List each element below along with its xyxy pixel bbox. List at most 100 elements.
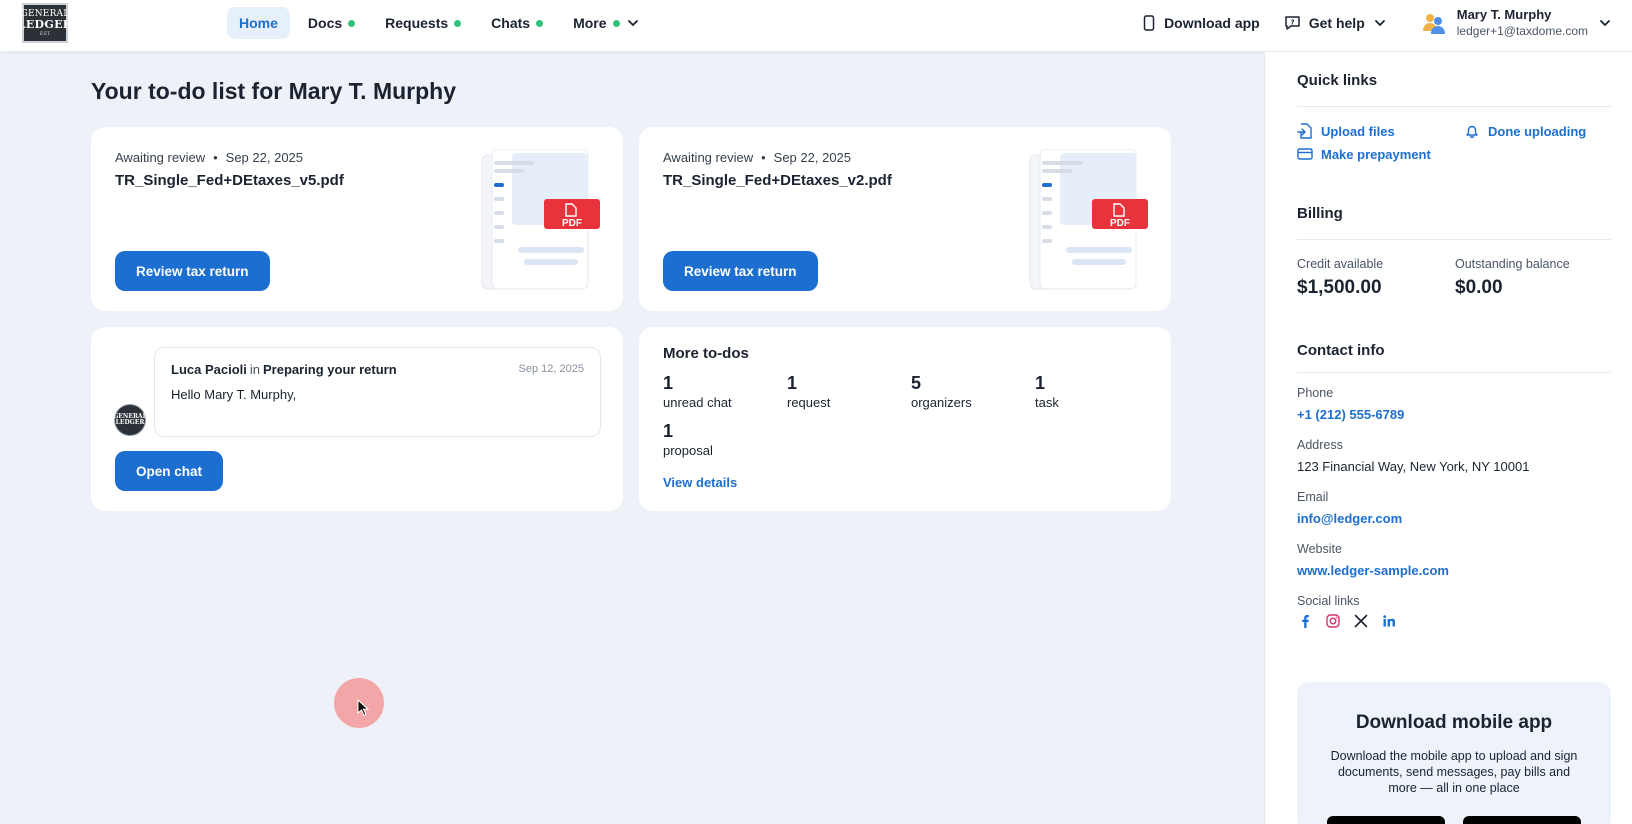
todo-count: 1 <box>663 421 674 441</box>
x-icon[interactable] <box>1353 613 1369 629</box>
todo-task[interactable]: 1 task <box>1035 372 1159 412</box>
get-help-button[interactable]: ? Get help <box>1284 15 1387 31</box>
balance-value: $0.00 <box>1455 277 1503 298</box>
header-actions: Download app ? Get help Mary T. Murphy l… <box>1142 0 1612 46</box>
notification-dot <box>454 19 462 27</box>
website-link[interactable]: www.ledger-sample.com <box>1297 563 1449 578</box>
todo-unread-chat[interactable]: 1 unread chat <box>663 372 787 412</box>
todo-organizers[interactable]: 5 organizers <box>911 372 1035 412</box>
open-chat-button[interactable]: Open chat <box>115 451 224 491</box>
nav-chats[interactable]: Chats <box>479 7 555 39</box>
nav-docs[interactable]: Docs <box>296 7 367 39</box>
nav-more-label: More <box>573 15 607 31</box>
sender-avatar: GENERAL LEDGER <box>113 404 147 436</box>
contact-info-title: Contact info <box>1297 342 1385 359</box>
done-uploading-link[interactable]: Done uploading <box>1464 123 1586 139</box>
document-card: Awaiting review • Sep 22, 2025 TR_Single_F… <box>91 127 623 311</box>
document-status: Awaiting review <box>115 150 206 165</box>
document-date: Sep 22, 2025 <box>225 150 304 165</box>
chat-message-bubble[interactable]: Luca Pacioli in Preparing your return Sep … <box>154 347 601 437</box>
chat-message-header: Luca Pacioli in Preparing your return <box>171 362 397 377</box>
todo-count: 1 <box>787 373 798 393</box>
todo-request[interactable]: 1 request <box>787 372 911 412</box>
mouse-cursor-icon <box>357 699 370 717</box>
todo-summary-grid: 1 unread chat 1 request 5 organizers 1 t… <box>663 372 1159 460</box>
todo-label: request <box>787 395 831 410</box>
document-name[interactable]: TR_Single_Fed+DEtaxes_v2.pdf <box>663 172 892 189</box>
email-link[interactable]: info@ledger.com <box>1297 511 1402 526</box>
phone-link[interactable]: +1 (212) 555-6789 <box>1297 407 1404 422</box>
todo-count: 5 <box>911 373 922 393</box>
chevron-down-icon <box>1374 20 1385 27</box>
company-logo[interactable]: GENERAL LEDGER EST <box>18 3 72 43</box>
website-label: Website <box>1297 542 1342 556</box>
review-tax-return-button[interactable]: Review tax return <box>663 251 818 291</box>
chat-message-text: Hello Mary T. Murphy, <box>171 387 297 402</box>
quick-links-title: Quick links <box>1297 72 1378 89</box>
user-menu[interactable]: Mary T. Murphy ledger+1@taxdome.com <box>1421 7 1612 38</box>
pdf-badge: PDF <box>562 218 582 229</box>
top-navigation-bar: GENERAL LEDGER EST Home Docs Requests Ch… <box>0 0 1632 52</box>
divider <box>1297 106 1611 107</box>
balance-label: Outstanding balance <box>1455 257 1570 271</box>
main-nav: Home Docs Requests Chats More <box>227 7 652 39</box>
credit-available: Credit available $1,500.00 <box>1297 257 1383 299</box>
credit-card-icon <box>1297 148 1313 160</box>
view-details-link[interactable]: View details <box>663 475 737 490</box>
more-todos-title: More to-dos <box>663 345 749 362</box>
google-play-badge[interactable] <box>1463 816 1581 824</box>
document-date: Sep 22, 2025 <box>773 150 852 165</box>
email-label: Email <box>1297 490 1329 504</box>
nav-more[interactable]: More <box>561 7 651 39</box>
notification-dot <box>348 19 356 27</box>
promo-title: Download mobile app <box>1355 712 1553 733</box>
make-prepayment-label: Make prepayment <box>1321 146 1431 162</box>
chat-date: Sep 12, 2025 <box>518 363 584 375</box>
document-name[interactable]: TR_Single_Fed+DEtaxes_v5.pdf <box>115 172 344 189</box>
document-meta: Awaiting review • Sep 22, 2025 <box>663 150 851 165</box>
credit-value: $1,500.00 <box>1297 277 1382 298</box>
todo-count: 1 <box>663 373 674 393</box>
upload-files-label: Upload files <box>1321 123 1395 139</box>
phone-label: Phone <box>1297 386 1334 400</box>
upload-file-icon <box>1297 123 1312 139</box>
document-meta: Awaiting review • Sep 22, 2025 <box>115 150 303 165</box>
divider <box>1297 239 1611 240</box>
todo-count: 1 <box>1035 373 1046 393</box>
download-app-button[interactable]: Download app <box>1142 15 1260 31</box>
app-store-badge[interactable] <box>1327 816 1445 824</box>
credit-label: Credit available <box>1297 257 1384 271</box>
todo-proposal[interactable]: 1 proposal <box>663 420 787 460</box>
nav-chats-label: Chats <box>491 15 531 31</box>
chevron-down-icon <box>627 20 638 27</box>
address-label: Address <box>1297 438 1343 452</box>
done-uploading-label: Done uploading <box>1488 123 1587 139</box>
pdf-badge: PDF <box>1110 218 1130 229</box>
right-side-panel: Quick links Upload files Done uploading … <box>1264 52 1632 824</box>
make-prepayment-link[interactable]: Make prepayment <box>1297 146 1431 162</box>
facebook-icon[interactable] <box>1297 613 1313 629</box>
linkedin-icon[interactable] <box>1381 613 1397 629</box>
nav-requests[interactable]: Requests <box>373 7 473 39</box>
document-status: Awaiting review <box>663 150 754 165</box>
separator-dot: • <box>213 150 218 165</box>
review-tax-return-button[interactable]: Review tax return <box>115 251 270 291</box>
chevron-down-icon <box>1600 20 1610 27</box>
upload-files-link[interactable]: Upload files <box>1297 123 1395 139</box>
bell-icon <box>1466 125 1478 138</box>
nav-home-label: Home <box>239 15 278 31</box>
logo-line-2: LEDGER <box>17 17 73 31</box>
social-links-label: Social links <box>1297 594 1360 608</box>
outstanding-balance: Outstanding balance $0.00 <box>1455 257 1570 299</box>
nav-docs-label: Docs <box>307 15 343 31</box>
chat-thread-title: Preparing your return <box>263 362 397 377</box>
chat-in-label: in <box>249 362 260 377</box>
instagram-icon[interactable] <box>1325 613 1341 629</box>
chat-card: GENERAL LEDGER Luca Pacioli in Preparing y… <box>91 327 623 511</box>
nav-home[interactable]: Home <box>227 7 290 39</box>
document-card: Awaiting review • Sep 22, 2025 TR_Single_F… <box>639 127 1171 311</box>
todo-label: unread chat <box>663 395 732 410</box>
todo-label: organizers <box>911 395 972 410</box>
promo-text: Download the mobile app to upload and si… <box>1330 749 1578 795</box>
help-chat-icon: ? <box>1284 16 1300 30</box>
